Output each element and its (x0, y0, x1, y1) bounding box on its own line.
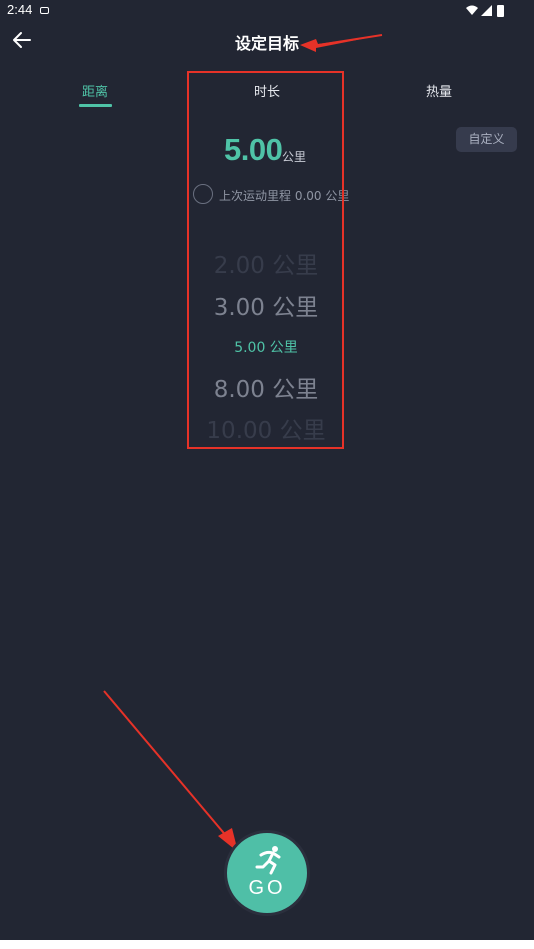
target-unit: 公里 (282, 150, 307, 164)
status-time: 2:44 (7, 2, 33, 17)
go-button[interactable]: GO (224, 830, 310, 916)
picker-option-selected[interactable]: 5.00 公里 (188, 337, 344, 357)
tab-distance[interactable]: 距离 (55, 81, 135, 100)
notification-icon (40, 7, 49, 14)
battery-icon (497, 5, 504, 17)
tab-duration[interactable]: 时长 (227, 81, 307, 100)
system-nav-bar (0, 940, 534, 949)
target-tabs: 距离 时长 热量 (0, 78, 534, 108)
system-icons (466, 5, 504, 17)
signal-icon (481, 5, 492, 16)
distance-picker[interactable]: 2.00 公里 3.00 公里 5.00 公里 8.00 公里 10.00 公里 (188, 238, 344, 448)
last-record-radio[interactable] (193, 184, 213, 204)
tab-calories[interactable]: 热量 (399, 81, 479, 100)
picker-option[interactable]: 3.00 公里 (188, 288, 344, 322)
picker-option[interactable]: 8.00 公里 (188, 370, 344, 404)
last-record-label: 上次运动里程 0.00 公里 (219, 189, 350, 203)
app-bar: 设定目标 (0, 22, 534, 58)
custom-button[interactable]: 自定义 (456, 127, 517, 152)
wifi-icon (466, 5, 478, 15)
go-arrow (103, 690, 229, 839)
picker-option[interactable]: 2.00 公里 (188, 246, 344, 280)
runner-icon (255, 846, 281, 875)
status-bar: 2:44 (0, 0, 534, 22)
page-title: 设定目标 (234, 34, 299, 53)
go-label: GO (248, 877, 286, 899)
target-value: 5.00 (224, 132, 283, 167)
picker-option[interactable]: 10.00 公里 (188, 411, 344, 445)
tab-indicator (79, 104, 112, 107)
